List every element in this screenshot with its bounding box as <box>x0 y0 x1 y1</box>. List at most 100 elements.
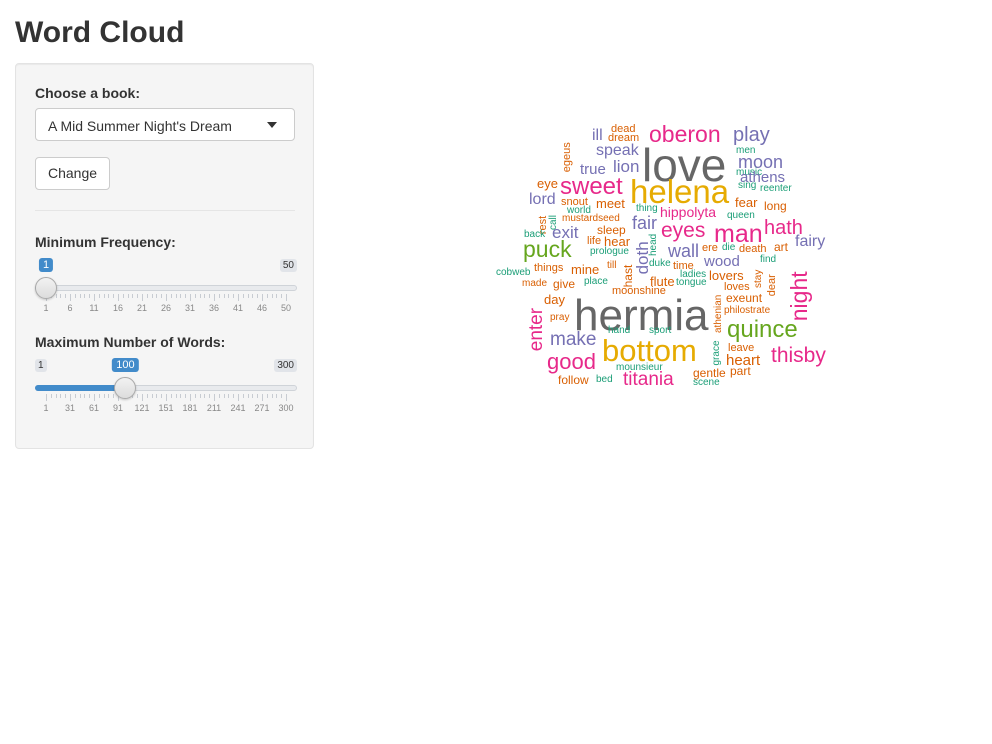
slider-tick <box>113 294 115 298</box>
slider-tick <box>247 294 249 298</box>
slider-tick <box>209 394 211 398</box>
slider-handle[interactable] <box>114 377 137 399</box>
slider-handle[interactable] <box>35 277 57 299</box>
slider-tick <box>156 394 158 398</box>
slider-tick-label: 11 <box>89 303 99 313</box>
cloud-word: dear <box>766 274 778 297</box>
min-frequency-label: Minimum Frequency: <box>35 234 176 250</box>
slider-tick <box>161 394 163 398</box>
slider-tick <box>190 394 191 401</box>
slider-tick <box>79 394 81 398</box>
slider-tick-label: 36 <box>208 303 220 313</box>
slider-tick <box>271 294 273 298</box>
slider-tick <box>223 394 225 398</box>
slider-tick <box>252 294 254 298</box>
cloud-word: puck <box>523 236 572 262</box>
slider-tick-label: 300 <box>278 403 294 413</box>
slider-tick <box>199 294 201 298</box>
cloud-word: mine <box>571 262 600 277</box>
change-button[interactable]: Change <box>35 157 111 190</box>
slider-tick <box>118 294 119 301</box>
slider-tick <box>65 294 67 298</box>
slider-tick <box>166 294 167 301</box>
slider-tick <box>98 294 100 298</box>
book-select-value: A Mid Summer Night's Dream <box>48 118 232 134</box>
cloud-word: enter <box>526 307 547 352</box>
book-select[interactable]: A Mid Summer Night's Dream <box>35 108 295 141</box>
slider-tick <box>146 394 148 398</box>
slider-tick-label: 1 <box>43 403 49 413</box>
slider-tick <box>242 294 244 298</box>
slider-tick <box>89 294 91 298</box>
cloud-word: grace <box>711 340 722 366</box>
slider-tick <box>262 394 263 401</box>
slider-tick <box>74 394 76 398</box>
slider-tick <box>94 294 95 301</box>
slider-tick <box>55 394 57 398</box>
cloud-word: good <box>547 349 596 374</box>
cloud-word: make <box>550 329 597 350</box>
cloud-word: place <box>584 276 608 287</box>
slider-tick <box>214 294 215 301</box>
slider-tick <box>170 394 172 398</box>
cloud-word: lord <box>529 191 556 208</box>
slider-tick <box>218 394 220 398</box>
slider-tick <box>65 394 67 398</box>
cloud-word: stay <box>753 269 764 288</box>
slider-tick <box>185 294 187 298</box>
slider-tick <box>132 294 134 298</box>
slider-tick <box>286 394 287 401</box>
cloud-word: egeus <box>561 142 573 173</box>
slider-tick <box>194 294 196 298</box>
slider-tick <box>262 294 263 301</box>
slider-track[interactable] <box>35 285 297 291</box>
slider-tick <box>276 294 278 298</box>
slider-tick <box>185 394 187 398</box>
book-label: Choose a book: <box>35 85 141 101</box>
slider-value-label: 100 <box>112 358 139 372</box>
slider-value-label: 1 <box>38 258 54 272</box>
slider-tick <box>137 294 139 298</box>
slider-tick <box>89 394 91 398</box>
max-words-label: Maximum Number of Words: <box>35 334 226 350</box>
slider-tick <box>146 294 148 298</box>
min-frequency-slider[interactable]: 1 50 1 16111621263136414650 <box>35 258 297 319</box>
cloud-word: pray <box>550 312 570 323</box>
sidebar-panel: Choose a book: A Mid Summer Night's Drea… <box>15 63 314 449</box>
cloud-word: titania <box>623 369 674 390</box>
cloud-word: part <box>730 364 751 378</box>
slider-tick <box>286 294 287 301</box>
slider-tick <box>151 294 153 298</box>
slider-tick <box>204 394 206 398</box>
slider-tick-label: 241 <box>230 403 246 413</box>
max-words-slider[interactable]: 1 300 100 1 31 61 91 121 151 181 211 241 271 300 <box>35 358 297 419</box>
slider-tick <box>266 394 268 398</box>
cloud-word: quince <box>727 316 798 343</box>
slider-tick <box>60 294 62 298</box>
cloud-word: bed <box>596 374 613 385</box>
slider-tick <box>223 294 225 298</box>
slider-tick-label: 91 <box>112 403 124 413</box>
slider-tick <box>180 294 182 298</box>
slider-tick <box>214 394 215 401</box>
cloud-word: fair <box>632 213 658 233</box>
cloud-word: scene <box>693 377 720 388</box>
cloud-word: made <box>522 278 548 289</box>
slider-tick <box>70 294 71 301</box>
cloud-word: follow <box>558 373 589 387</box>
slider-tick <box>50 394 52 398</box>
slider-tick <box>238 394 239 401</box>
cloud-word: oberon <box>649 121 721 147</box>
cloud-word: hast <box>621 264 635 288</box>
cloud-word: meet <box>596 196 625 211</box>
slider-tick-label: 1 <box>43 303 49 313</box>
slider-tick <box>137 394 139 398</box>
cloud-word: eye <box>537 176 558 191</box>
word-cloud: love hermia helena bottom oberon play ill dead d… <box>492 112 842 392</box>
slider-tick-label: 61 <box>88 403 100 413</box>
slider-tick <box>84 394 86 398</box>
cloud-word: duke <box>649 258 671 269</box>
slider-tick <box>55 294 57 298</box>
cloud-word: till <box>607 260 617 271</box>
slider-tick <box>103 294 105 298</box>
